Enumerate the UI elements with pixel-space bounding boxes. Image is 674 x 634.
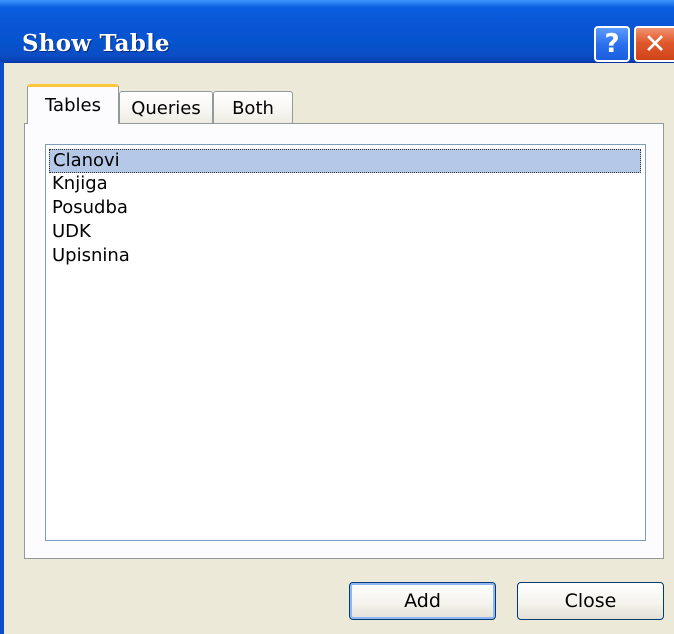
list-item-knjiga[interactable]: Knjiga bbox=[49, 173, 641, 197]
window-border bbox=[0, 62, 4, 634]
list-item-clanovi[interactable]: Clanovi bbox=[49, 149, 641, 173]
help-button[interactable]: ? bbox=[594, 26, 630, 62]
close-button[interactable]: Close bbox=[517, 582, 664, 620]
window-title: Show Table bbox=[22, 30, 170, 57]
list-item-udk[interactable]: UDK bbox=[49, 221, 641, 245]
list-item-upisnina[interactable]: Upisnina bbox=[49, 245, 641, 269]
tab-queries[interactable]: Queries bbox=[119, 91, 213, 125]
tab-tables[interactable]: Tables bbox=[27, 84, 119, 124]
list-item-posudba[interactable]: Posudba bbox=[49, 197, 641, 221]
tab-label: Tables bbox=[45, 95, 101, 116]
close-icon: ✕ bbox=[643, 28, 667, 60]
table-listbox[interactable]: Clanovi Knjiga Posudba UDK Upisnina bbox=[45, 144, 646, 541]
tables-tab-panel: Clanovi Knjiga Posudba UDK Upisnina bbox=[24, 123, 664, 559]
show-table-dialog: Show Table ? ✕ Tables Queries Both Clano… bbox=[0, 0, 674, 634]
tab-both[interactable]: Both bbox=[213, 91, 293, 125]
add-button-label: Add bbox=[404, 590, 441, 612]
title-close-button[interactable]: ✕ bbox=[634, 26, 674, 62]
help-icon: ? bbox=[604, 29, 620, 59]
tab-label: Queries bbox=[131, 98, 201, 119]
close-button-label: Close bbox=[564, 590, 617, 612]
title-bar[interactable]: Show Table ? ✕ bbox=[0, 0, 674, 63]
add-button[interactable]: Add bbox=[349, 582, 496, 620]
tab-label: Both bbox=[232, 98, 274, 119]
